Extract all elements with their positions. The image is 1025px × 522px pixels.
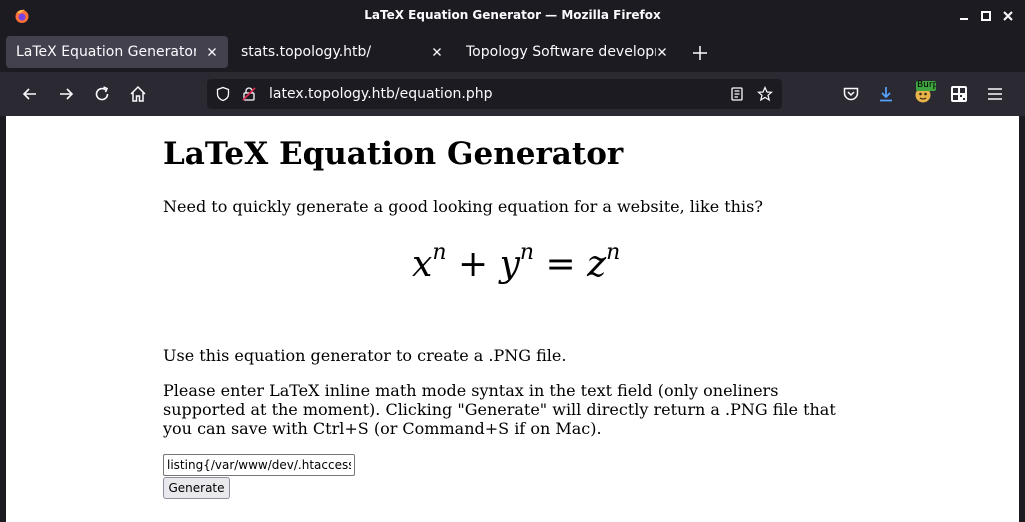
tab-label: LaTeX Equation Generator [16,44,196,60]
page-title: LaTeX Equation Generator [163,136,624,172]
tab-label: Topology Software developm [466,44,656,60]
close-tab-icon[interactable] [204,44,220,60]
instructions-text: Please enter LaTeX inline math mode synt… [163,381,836,438]
tab-latex-equation-generator[interactable]: LaTeX Equation Generator [6,36,228,68]
close-window-icon[interactable] [1000,8,1016,24]
equation-exponent: n [606,240,621,265]
equation-example: xn + yn = zn [412,240,620,285]
tab-label: stats.topology.htb/ [241,44,372,60]
equation-exponent: n [519,240,535,265]
insecure-lock-icon[interactable] [241,86,257,102]
equation-exponent: n [432,240,447,265]
burp-extension-icon[interactable]: Burp [912,80,936,105]
equation-input[interactable] [163,454,355,476]
bookmark-star-icon[interactable] [756,86,774,102]
pocket-icon[interactable] [841,84,861,104]
address-bar[interactable]: latex.topology.htb/equation.php [207,79,782,109]
minimize-icon[interactable] [956,8,972,24]
equation-x: x [412,244,433,285]
tab-topology-software[interactable]: Topology Software developm [456,36,678,68]
window-border-right [1019,116,1025,522]
downloads-icon[interactable] [876,84,896,104]
tab-stats-topology[interactable]: stats.topology.htb/ [231,36,453,68]
tab-strip: LaTeX Equation Generator stats.topology.… [0,32,1025,72]
qr-code-extension-icon[interactable] [949,84,969,104]
equation-z: z [587,244,607,285]
tracking-protection-shield-icon[interactable] [215,86,231,102]
generate-button[interactable]: Generate [163,477,230,499]
forward-arrow-icon[interactable] [56,84,76,104]
home-icon[interactable] [128,84,148,104]
reload-icon[interactable] [92,84,112,104]
hamburger-menu-icon[interactable] [985,84,1005,104]
extension-badge-text: Burp [917,80,936,90]
close-tab-icon[interactable] [429,44,445,60]
equation-plus: + [457,244,489,285]
usage-text: Use this equation generator to create a … [163,346,567,365]
close-tab-icon[interactable] [654,44,670,60]
equation-y: y [499,244,520,285]
maximize-icon[interactable] [978,8,994,24]
page-content: LaTeX Equation Generator Need to quickly… [6,116,1019,522]
url-text[interactable]: latex.topology.htb/equation.php [269,86,492,102]
back-arrow-icon[interactable] [20,84,40,104]
window-titlebar: LaTeX Equation Generator — Mozilla Firef… [0,0,1025,32]
navigation-toolbar: latex.topology.htb/equation.php Burp [0,72,1025,116]
new-tab-plus-icon[interactable] [691,44,709,62]
window-title: LaTeX Equation Generator — Mozilla Firef… [364,8,661,22]
equation-equals: = [545,244,576,285]
reader-view-icon[interactable] [729,86,745,102]
intro-text: Need to quickly generate a good looking … [163,197,763,216]
